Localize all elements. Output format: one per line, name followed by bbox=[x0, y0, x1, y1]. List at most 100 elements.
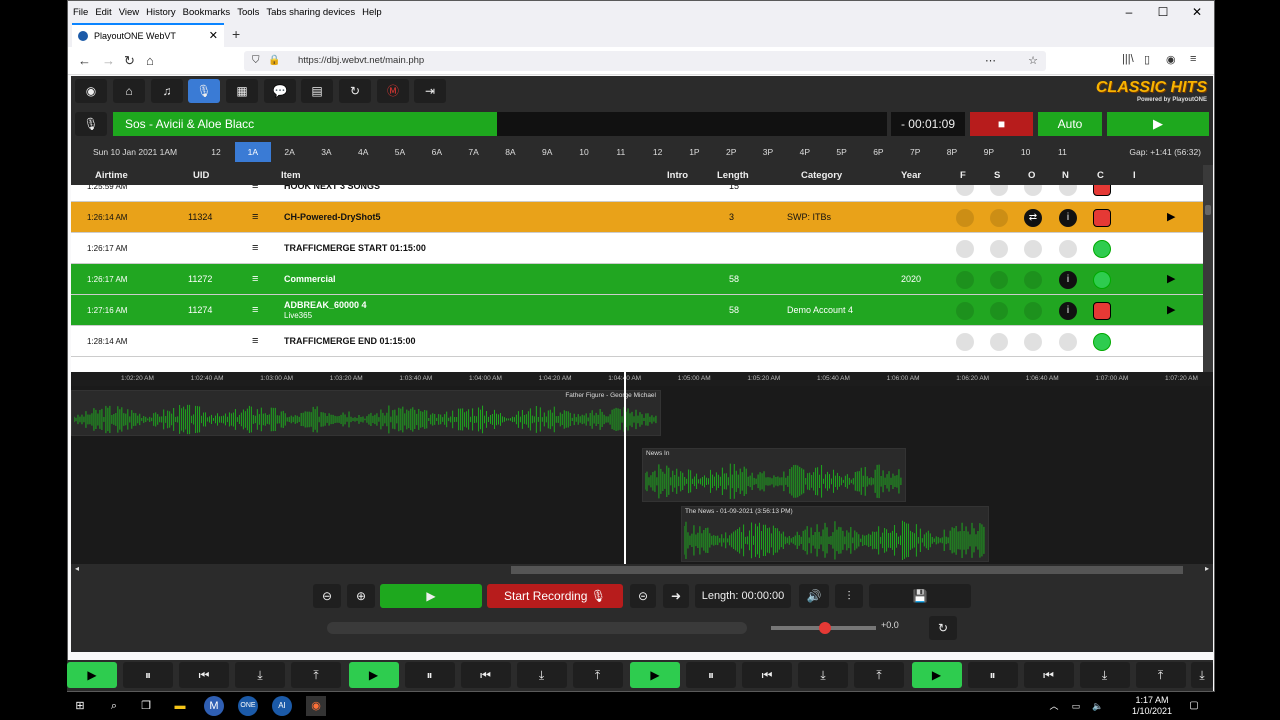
segue-icon[interactable] bbox=[990, 302, 1008, 320]
info-icon[interactable]: i bbox=[1059, 271, 1077, 289]
info-icon[interactable] bbox=[1059, 333, 1077, 351]
document-button[interactable]: ▤ bbox=[301, 79, 333, 103]
logout-button[interactable]: ⇥ bbox=[414, 79, 446, 103]
fade-icon[interactable] bbox=[956, 333, 974, 351]
hour-button[interactable]: 1P bbox=[676, 142, 712, 162]
shuffle-icon[interactable] bbox=[1024, 302, 1042, 320]
hour-button[interactable]: 5A bbox=[382, 142, 418, 162]
url-bar[interactable]: ⛉ 🔒 https://dbj.webvt.net/main.php ☆ ⋯ bbox=[244, 51, 1046, 71]
auto-button[interactable]: Auto bbox=[1038, 112, 1102, 136]
hour-button[interactable]: 4A bbox=[345, 142, 381, 162]
search-icon[interactable]: ⌕ bbox=[104, 696, 124, 716]
col-s[interactable]: S bbox=[994, 170, 1000, 181]
shuffle-icon[interactable] bbox=[1024, 185, 1042, 196]
row-play-icon[interactable]: ▶ bbox=[1167, 295, 1175, 326]
hour-button[interactable]: 9P bbox=[971, 142, 1007, 162]
tray-chevron-icon[interactable]: ︿ bbox=[1044, 696, 1064, 716]
windows-start-icon[interactable]: ⊞ bbox=[70, 696, 90, 716]
shuffle-icon[interactable] bbox=[1024, 240, 1042, 258]
drag-handle-icon[interactable]: ≡ bbox=[252, 264, 258, 295]
task-view-icon[interactable]: ❐ bbox=[136, 696, 156, 716]
mixer-button[interactable]: ⫶ bbox=[835, 584, 863, 608]
voicetrack-button[interactable]: 🎙 bbox=[188, 79, 220, 103]
shuffle-icon[interactable]: ⇄ bbox=[1024, 209, 1042, 227]
col-uid[interactable]: UID bbox=[193, 170, 209, 181]
bookmark-star-icon[interactable]: ☆ bbox=[1028, 51, 1038, 71]
hour-button[interactable]: 8A bbox=[492, 142, 528, 162]
volume-button[interactable]: 🔊 bbox=[799, 584, 829, 608]
segue-icon[interactable] bbox=[990, 240, 1008, 258]
menu-item-tools[interactable]: Tools bbox=[237, 7, 259, 18]
col-o[interactable]: O bbox=[1028, 170, 1035, 181]
fade-icon[interactable] bbox=[956, 271, 974, 289]
hour-button[interactable]: 12 bbox=[640, 142, 676, 162]
deck-load-button[interactable]: ⤓ bbox=[798, 662, 848, 688]
hour-button[interactable]: 10 bbox=[566, 142, 602, 162]
new-tab-icon[interactable]: + bbox=[232, 26, 240, 42]
row-play-icon[interactable]: ▶ bbox=[1167, 202, 1175, 233]
notifications-icon[interactable]: ▢ bbox=[1184, 696, 1204, 716]
back-icon[interactable]: ← bbox=[78, 53, 91, 68]
col-c[interactable]: C bbox=[1097, 170, 1104, 181]
hour-button[interactable]: 2A bbox=[272, 142, 308, 162]
deck-pause-button[interactable]: ⏸ bbox=[967, 662, 1018, 688]
music-button[interactable]: ♫ bbox=[151, 79, 183, 103]
deck-pause-button[interactable]: ⏸ bbox=[404, 662, 455, 688]
col-intro[interactable]: Intro bbox=[667, 170, 688, 181]
col-year[interactable]: Year bbox=[901, 170, 921, 181]
info-icon[interactable] bbox=[1059, 185, 1077, 196]
deck-load-button[interactable]: ⤓ bbox=[1079, 662, 1130, 688]
segue-icon[interactable] bbox=[990, 333, 1008, 351]
col-i[interactable]: I bbox=[1133, 170, 1136, 181]
close-window-icon[interactable]: ✕ bbox=[1180, 1, 1214, 23]
library-icon[interactable]: |||\ bbox=[1122, 53, 1134, 65]
segue-icon[interactable] bbox=[990, 185, 1008, 196]
drag-handle-icon[interactable]: ≡ bbox=[252, 185, 258, 202]
col-length[interactable]: Length bbox=[717, 170, 749, 181]
network-icon[interactable]: ▭ bbox=[1066, 696, 1086, 716]
menu-item-tabs[interactable]: Tabs sharing devices bbox=[266, 7, 355, 18]
minimize-icon[interactable]: – bbox=[1112, 1, 1146, 23]
row-play-icon[interactable]: ▶ bbox=[1167, 264, 1175, 295]
col-airtime[interactable]: Airtime bbox=[95, 170, 128, 181]
fade-icon[interactable] bbox=[956, 240, 974, 258]
refresh-button[interactable]: ↻ bbox=[339, 79, 371, 103]
shuffle-icon[interactable] bbox=[1024, 271, 1042, 289]
deck-rewind-button[interactable]: ⏮ bbox=[460, 662, 511, 688]
fade-icon[interactable] bbox=[956, 302, 974, 320]
hour-button[interactable]: 11 bbox=[603, 142, 639, 162]
deck-play-button[interactable]: ▶ bbox=[348, 662, 399, 688]
app-ai-icon[interactable]: AI bbox=[272, 696, 292, 716]
file-explorer-icon[interactable]: ▬ bbox=[170, 696, 190, 716]
calendar-button[interactable]: ▦ bbox=[226, 79, 258, 103]
fade-icon[interactable] bbox=[956, 209, 974, 227]
deck-eject-button[interactable]: ⤒ bbox=[854, 662, 904, 688]
col-item[interactable]: Item bbox=[281, 170, 301, 181]
clip-father-figure[interactable]: Father Figure - George Michael bbox=[71, 390, 661, 436]
save-button[interactable]: 💾 bbox=[869, 584, 971, 608]
play-button[interactable]: ▶ bbox=[1107, 112, 1209, 136]
stop-button[interactable]: ■ bbox=[970, 112, 1033, 136]
playoutone-logo-button[interactable]: ◉ bbox=[75, 79, 107, 103]
zoom-out-button[interactable]: ⊖ bbox=[313, 584, 341, 608]
hour-button[interactable]: 1A bbox=[234, 142, 271, 162]
menu-item-bookmarks[interactable]: Bookmarks bbox=[183, 7, 231, 18]
page-actions-icon[interactable]: ⋯ bbox=[985, 51, 996, 71]
info-icon[interactable]: i bbox=[1059, 302, 1077, 320]
segue-icon[interactable] bbox=[990, 209, 1008, 227]
deck-play-button[interactable]: ▶ bbox=[630, 662, 680, 688]
volume-slider[interactable] bbox=[771, 622, 876, 634]
firefox-icon[interactable]: ◉ bbox=[306, 696, 326, 716]
scroll-left-icon[interactable]: ◂ bbox=[75, 564, 79, 573]
status-ok-icon[interactable] bbox=[1093, 240, 1111, 258]
editor-scroll-thumb[interactable] bbox=[511, 566, 1183, 574]
reset-button[interactable]: ↻ bbox=[929, 616, 957, 640]
menu-icon[interactable]: ≡ bbox=[1190, 53, 1196, 65]
deck-eject-button[interactable]: ⤒ bbox=[1135, 662, 1186, 688]
clip-the-news[interactable]: The News - 01-09-2021 (3:56:13 PM) bbox=[681, 506, 989, 562]
reload-icon[interactable]: ↻ bbox=[124, 53, 135, 69]
sidebar-icon[interactable]: ▯ bbox=[1144, 53, 1150, 66]
editor-scrollbar[interactable]: ◂ ▸ bbox=[71, 564, 1213, 576]
hour-button[interactable]: 7P bbox=[897, 142, 933, 162]
menu-item-view[interactable]: View bbox=[119, 7, 139, 18]
